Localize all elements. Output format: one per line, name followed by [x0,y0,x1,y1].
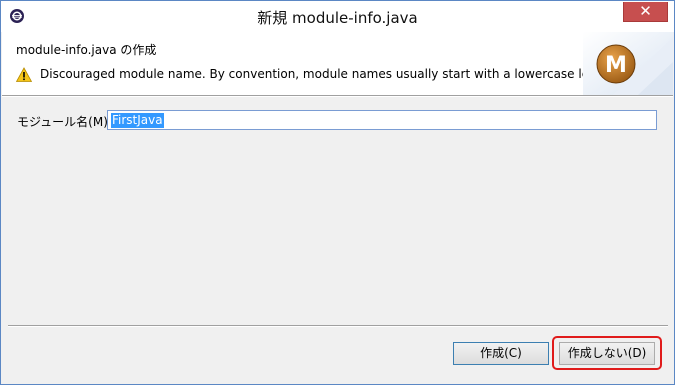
wizard-graphic-letter: M [605,53,627,78]
module-name-label: モジュール名(M): [17,115,112,129]
window-title: 新規 module-info.java [257,9,418,27]
close-icon: ✕ [639,2,652,20]
finish-button[interactable]: 作成(C) [453,342,549,365]
close-button[interactable]: ✕ [623,2,668,22]
button-bar-divider [8,325,668,327]
banner-divider [2,95,673,97]
warning-message: Discouraged module name. By convention, … [40,67,611,81]
dont-create-highlight-box [552,336,662,370]
dialog-window: 新規 module-info.java ✕ module-info.java の… [0,0,675,385]
warning-triangle-icon [16,67,32,82]
module-name-value: FirstJava [111,113,164,128]
title-bar[interactable]: 新規 module-info.java ✕ [1,1,674,32]
wizard-banner: module-info.java の作成 Discouraged module … [2,32,673,95]
wizard-page-title: module-info.java の作成 [16,43,157,57]
module-wizard-graphic-icon: M [583,32,673,95]
module-name-input[interactable]: FirstJava [107,110,657,130]
